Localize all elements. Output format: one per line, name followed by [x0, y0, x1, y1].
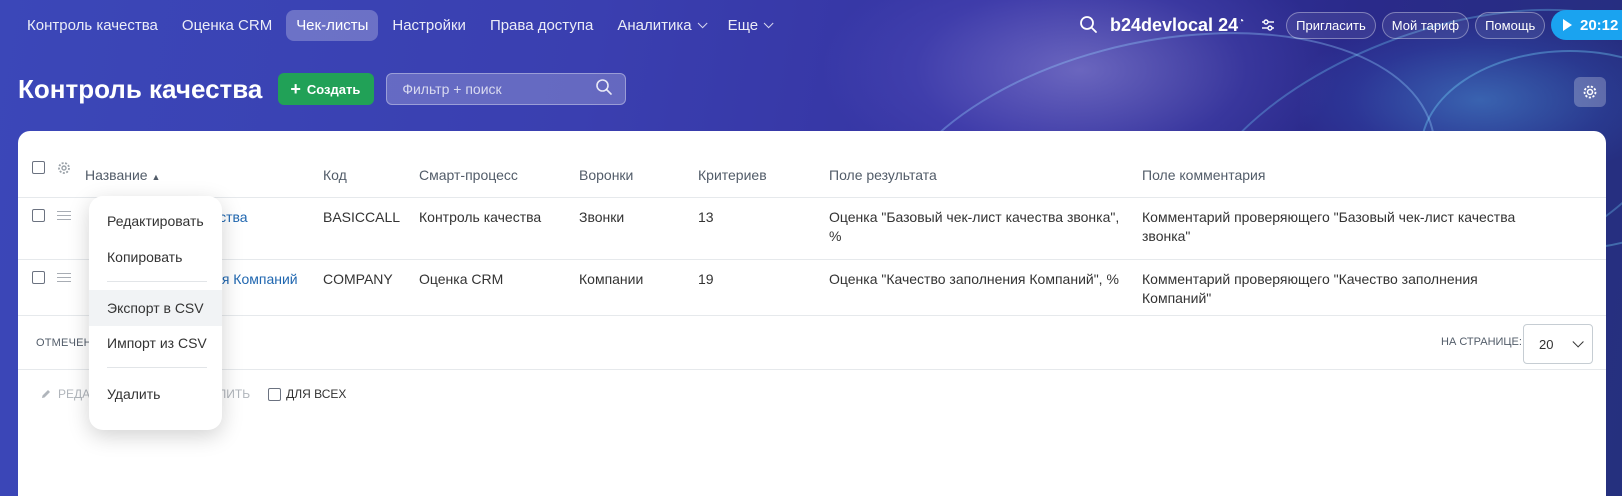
nav-item-settings[interactable]: Настройки	[382, 10, 476, 41]
row-result-field: Оценка "Качество заполнения Компаний", %	[829, 271, 1119, 287]
menu-item-import-csv[interactable]: Импорт из CSV	[89, 325, 222, 361]
gear-icon[interactable]	[57, 161, 71, 180]
nav-item-label: Настройки	[392, 16, 466, 34]
row-comment-field: Комментарий проверяющего "Базовый чек-ли…	[1142, 209, 1516, 244]
nav-item-crm-rating[interactable]: Оценка CRM	[172, 10, 282, 41]
for-all-label: ДЛЯ ВСЕХ	[286, 387, 347, 401]
column-header-result-field[interactable]: Поле результата	[829, 167, 937, 183]
menu-separator	[107, 281, 207, 282]
group-edit-label: РЕДА	[58, 387, 91, 401]
row-code: COMPANY	[323, 271, 393, 287]
per-page-label: НА СТРАНИЦЕ:	[1441, 336, 1522, 348]
divider	[18, 197, 1606, 198]
portal-name-text: b24devlocal	[1110, 14, 1214, 35]
chevron-down-icon	[1572, 336, 1584, 348]
title-row: Контроль качества + Создать	[18, 70, 627, 108]
per-page-select[interactable]: 20	[1523, 324, 1593, 364]
row-funnel: Компании	[579, 271, 644, 287]
sliders-icon[interactable]	[1260, 17, 1276, 33]
row-name-link[interactable]: ия Компаний	[214, 270, 298, 289]
create-button[interactable]: + Создать	[278, 73, 375, 105]
column-header-comment-field[interactable]: Поле комментария	[1142, 167, 1265, 183]
menu-separator	[107, 367, 207, 368]
create-button-label: Создать	[306, 81, 361, 97]
main-nav: Контроль качества Оценка CRM Чек-листы Н…	[0, 9, 784, 41]
nav-item-label: Оценка CRM	[181, 16, 273, 34]
for-all-toggle[interactable]: ДЛЯ ВСЕХ	[268, 387, 346, 401]
chevron-down-icon	[763, 17, 774, 28]
nav-item-quality-control[interactable]: Контроль качества	[17, 10, 168, 41]
filter-search-input[interactable]	[402, 81, 583, 97]
page-title: Контроль качества	[18, 73, 263, 104]
portal-name[interactable]: b24devlocal 24◔	[1110, 15, 1244, 36]
help-button[interactable]: Помощь	[1475, 11, 1546, 39]
column-header-funnels[interactable]: Воронки	[579, 167, 633, 183]
row-result-field: Оценка "Базовый чек-лист качества звонка…	[829, 209, 1120, 244]
drag-handle-icon[interactable]	[57, 211, 71, 220]
row-context-menu: Редактировать Копировать Экспорт в CSV И…	[89, 196, 222, 430]
menu-item-copy[interactable]: Копировать	[89, 239, 222, 275]
clock-icon: ◔	[1238, 15, 1245, 27]
nav-item-label: Чек-листы	[296, 16, 369, 34]
row-checkbox[interactable]	[32, 209, 45, 222]
divider	[18, 369, 1606, 370]
nav-item-more[interactable]: Еще	[718, 10, 781, 41]
nav-item-label: Права доступа	[489, 16, 594, 34]
portal-badge: 24	[1218, 14, 1239, 35]
filter-search[interactable]	[386, 73, 627, 105]
divider	[18, 259, 1606, 260]
menu-item-export-csv[interactable]: Экспорт в CSV	[89, 290, 222, 326]
nav-item-label: Контроль качества	[27, 16, 158, 34]
column-header-label: Название	[85, 167, 148, 183]
row-funnel: Звонки	[579, 209, 625, 225]
top-navigation-bar: Контроль качества Оценка CRM Чек-листы Н…	[0, 0, 1622, 50]
chevron-down-icon	[697, 17, 708, 28]
row-comment-field: Комментарий проверяющего "Качество запол…	[1142, 271, 1478, 306]
nav-item-label: Еще	[727, 16, 759, 34]
row-checkbox[interactable]	[32, 271, 45, 284]
menu-item-edit[interactable]: Редактировать	[89, 203, 222, 239]
divider	[18, 315, 1606, 316]
row-criteria: 13	[698, 209, 714, 225]
per-page-value: 20	[1539, 336, 1554, 352]
row-smart-process: Оценка CRM	[419, 271, 504, 287]
column-header-smart-process[interactable]: Смарт-процесс	[419, 167, 518, 183]
row-smart-process: Контроль качества	[419, 209, 542, 225]
header-right: b24devlocal 24◔ Пригласить Мой тариф Пом…	[1078, 0, 1551, 50]
invite-button[interactable]: Пригласить	[1286, 11, 1376, 39]
drag-handle-icon[interactable]	[57, 273, 71, 282]
nav-item-access-rights[interactable]: Права доступа	[480, 10, 603, 41]
row-code: BASICCALL	[323, 209, 401, 225]
checklist-grid-card: Название ▲ Код Смарт-процесс Воронки Кри…	[18, 131, 1606, 496]
page-settings-button[interactable]	[1574, 77, 1606, 107]
search-icon[interactable]	[1078, 14, 1100, 36]
for-all-checkbox[interactable]	[268, 387, 282, 401]
my-tariff-button[interactable]: Мой тариф	[1381, 11, 1470, 39]
timer-value: 20:12	[1580, 16, 1619, 34]
nav-item-checklists[interactable]: Чек-листы	[286, 9, 379, 41]
worktime-button[interactable]: 20:12	[1551, 10, 1622, 40]
nav-item-label: Аналитика	[617, 16, 692, 34]
nav-item-analytics[interactable]: Аналитика	[607, 10, 713, 41]
column-header-code[interactable]: Код	[323, 167, 347, 183]
sort-asc-icon: ▲	[151, 172, 161, 182]
column-header-name[interactable]: Название ▲	[85, 167, 160, 183]
search-icon[interactable]	[595, 78, 613, 101]
row-criteria: 19	[698, 271, 714, 287]
play-icon	[1563, 19, 1572, 31]
select-all-checkbox[interactable]	[32, 161, 45, 174]
menu-item-delete[interactable]: Удалить	[89, 376, 222, 412]
gear-icon	[1583, 85, 1597, 99]
group-edit-button[interactable]: РЕДА	[40, 387, 90, 401]
column-header-criteria[interactable]: Критериев	[698, 167, 767, 183]
pencil-icon	[42, 390, 50, 398]
plus-icon: +	[290, 78, 301, 99]
